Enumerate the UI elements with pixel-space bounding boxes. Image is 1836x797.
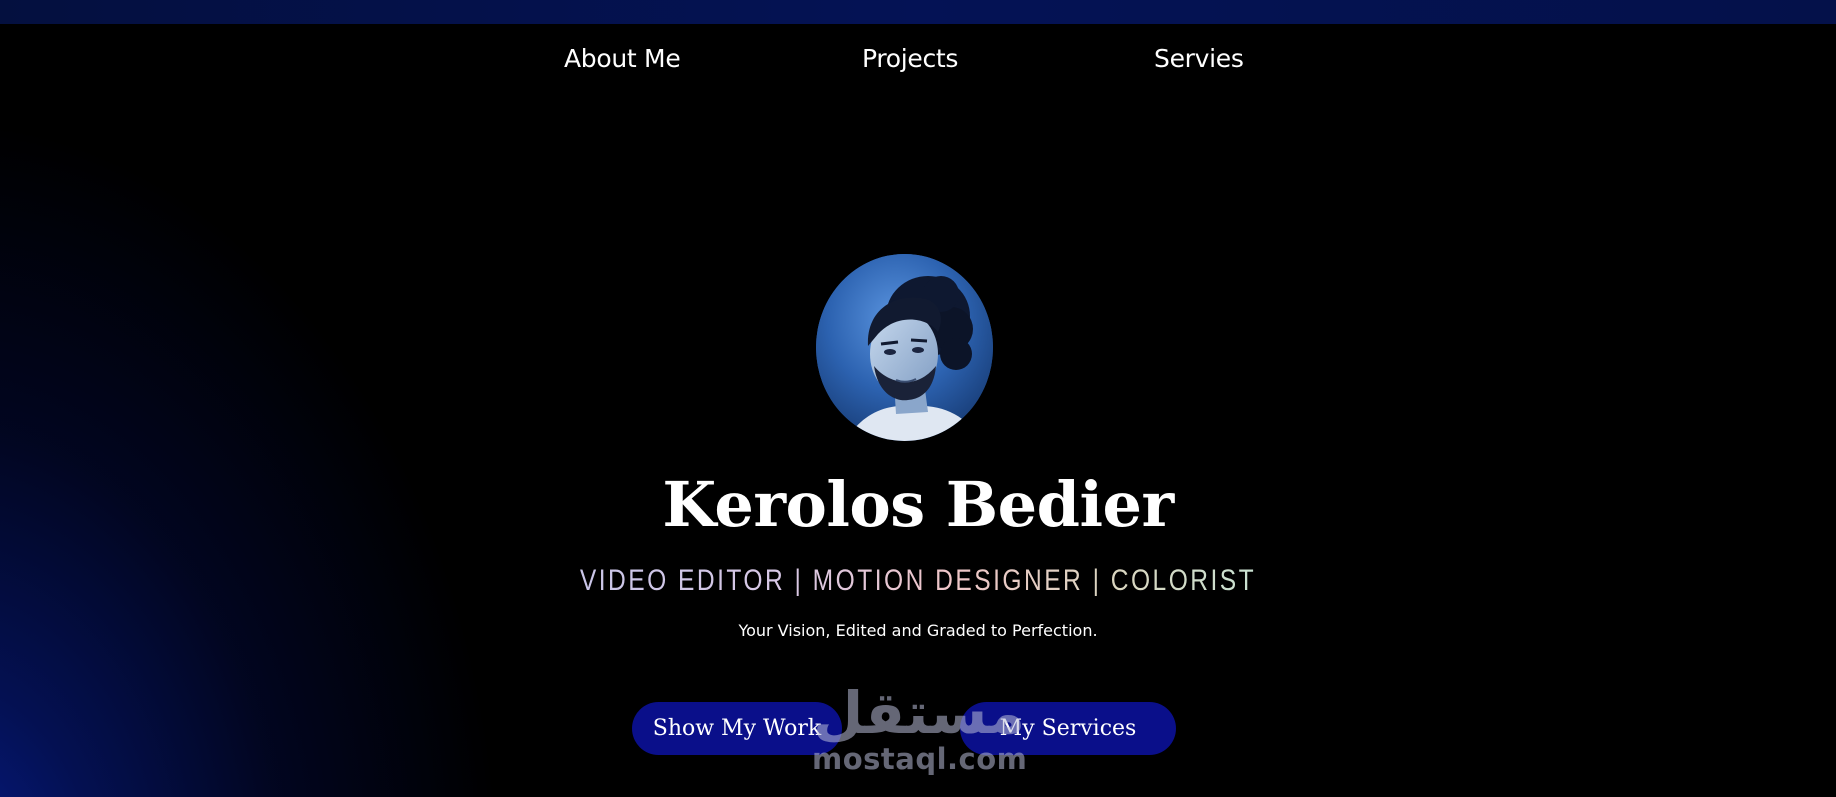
- nav-item-about-me[interactable]: About Me: [564, 44, 681, 73]
- nav-item-projects[interactable]: Projects: [862, 44, 958, 73]
- hero-tagline: Your Vision, Edited and Graded to Perfec…: [738, 621, 1098, 640]
- hero-name: Kerolos Bedier: [662, 468, 1174, 541]
- show-my-work-button[interactable]: Show My Work: [632, 702, 842, 755]
- portfolio-page: About Me Projects Servies Kerolos Bedier…: [0, 0, 1836, 797]
- profile-avatar: [816, 254, 993, 441]
- hero-roles-text: VIDEO EDITOR | MOTION DESIGNER | COLORIS…: [579, 564, 1257, 597]
- profile-portrait-image: [816, 254, 993, 441]
- top-strip: [0, 0, 1836, 24]
- main-nav: About Me Projects Servies: [0, 24, 1836, 100]
- my-services-button[interactable]: My Services: [960, 702, 1176, 755]
- nav-item-servies[interactable]: Servies: [1154, 44, 1244, 73]
- hero-roles: VIDEO EDITOR | MOTION DESIGNER | COLORIS…: [165, 564, 1671, 598]
